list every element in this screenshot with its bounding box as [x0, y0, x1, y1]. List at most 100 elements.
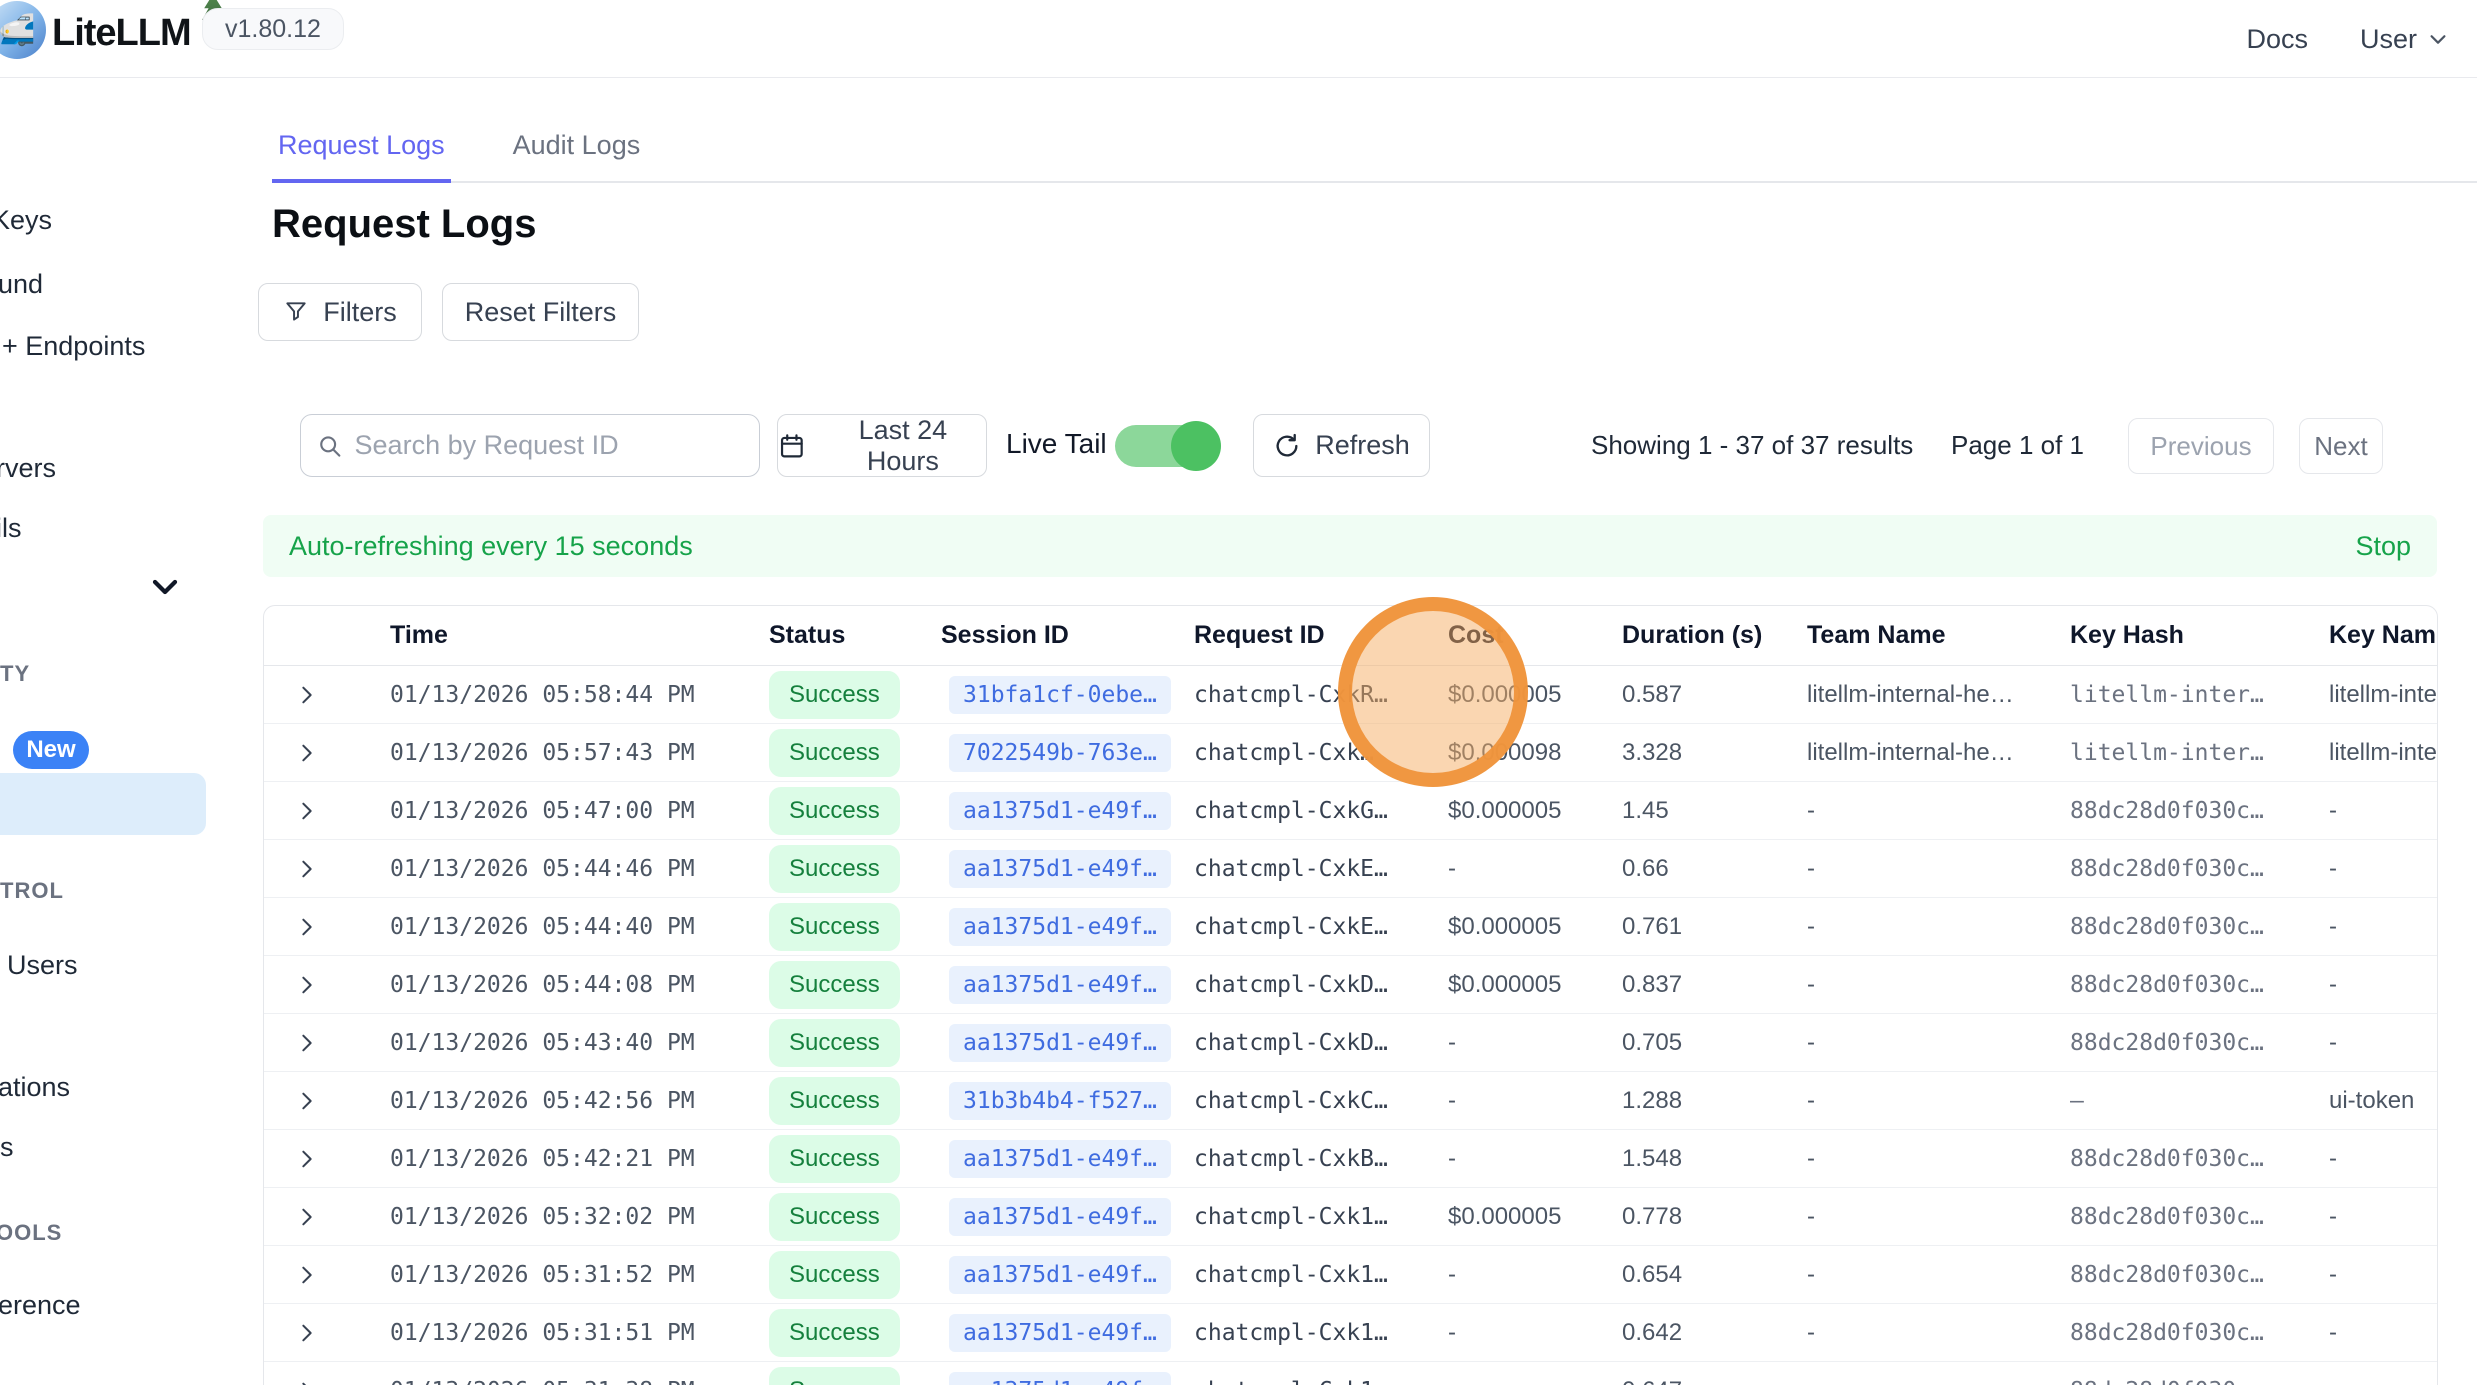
- cell-status: Success: [769, 671, 941, 719]
- table-row[interactable]: 01/13/2026 05:31:38 PM Success aa1375d1-…: [264, 1362, 2437, 1385]
- cell-key-hash: 88dc28d0f030c…: [2070, 914, 2329, 940]
- row-expand-chevron-icon[interactable]: [264, 1206, 390, 1228]
- session-id-link[interactable]: aa1375d1-e49f…: [949, 1256, 1171, 1294]
- session-id-link[interactable]: aa1375d1-e49f…: [949, 966, 1171, 1004]
- cell-session-id: 31bfa1cf-0ebe…: [941, 676, 1194, 714]
- cell-status: Success: [769, 961, 941, 1009]
- table-row[interactable]: 01/13/2026 05:42:21 PM Success aa1375d1-…: [264, 1130, 2437, 1188]
- funnel-icon: [283, 299, 309, 325]
- sidebar-item-guardrails[interactable]: ils: [0, 513, 22, 544]
- time-range-button[interactable]: Last 24 Hours: [777, 414, 987, 477]
- sidebar-item-endpoints[interactable]: + Endpoints: [2, 331, 145, 362]
- session-id-link[interactable]: aa1375d1-e49f…: [949, 850, 1171, 888]
- table-row[interactable]: 01/13/2026 05:47:00 PM Success aa1375d1-…: [264, 782, 2437, 840]
- sidebar-item-playground[interactable]: und: [0, 269, 43, 300]
- row-expand-chevron-icon[interactable]: [264, 974, 390, 996]
- user-menu-label[interactable]: User: [2360, 24, 2417, 55]
- row-expand-chevron-icon[interactable]: [264, 800, 390, 822]
- filters-button[interactable]: Filters: [258, 283, 422, 341]
- row-expand-chevron-icon[interactable]: [264, 1032, 390, 1054]
- session-id-link[interactable]: 31b3b4b4-f527…: [949, 1082, 1171, 1120]
- cell-duration: 0.66: [1622, 855, 1807, 883]
- status-badge: Success: [769, 1251, 900, 1299]
- row-expand-chevron-icon[interactable]: [264, 1148, 390, 1170]
- row-expand-chevron-icon[interactable]: [264, 1322, 390, 1344]
- cell-key-name: -: [2329, 855, 2437, 883]
- row-expand-chevron-icon[interactable]: [264, 1380, 390, 1385]
- sidebar-item-keys[interactable]: Keys: [0, 205, 52, 236]
- sidebar-expand-chevron-icon[interactable]: [150, 576, 180, 598]
- session-id-link[interactable]: aa1375d1-e49f…: [949, 1198, 1171, 1236]
- cell-key-hash: 88dc28d0f030c…: [2070, 1320, 2329, 1346]
- session-id-link[interactable]: aa1375d1-e49f…: [949, 1314, 1171, 1352]
- cell-session-id: 31b3b4b4-f527…: [941, 1082, 1194, 1120]
- sidebar-item-teams[interactable]: s: [0, 1132, 14, 1163]
- col-duration: Duration (s): [1622, 621, 1807, 650]
- chevron-down-icon: [2427, 28, 2449, 50]
- session-id-link[interactable]: 7022549b-763e…: [949, 734, 1171, 772]
- table-row[interactable]: 01/13/2026 05:31:51 PM Success aa1375d1-…: [264, 1304, 2437, 1362]
- tab-audit-logs[interactable]: Audit Logs: [507, 130, 647, 183]
- cell-time: 01/13/2026 05:58:44 PM: [390, 682, 769, 708]
- next-page-button[interactable]: Next: [2299, 418, 2383, 474]
- docs-link[interactable]: Docs: [2246, 24, 2308, 55]
- session-id-link[interactable]: aa1375d1-e49f…: [949, 1140, 1171, 1178]
- table-row[interactable]: 01/13/2026 05:44:40 PM Success aa1375d1-…: [264, 898, 2437, 956]
- reset-filters-label: Reset Filters: [465, 297, 617, 328]
- table-row[interactable]: 01/13/2026 05:44:08 PM Success aa1375d1-…: [264, 956, 2437, 1014]
- cell-key-hash: 88dc28d0f030c…: [2070, 798, 2329, 824]
- litellm-logo-icon: 🚅: [0, 1, 46, 59]
- sidebar-item-organizations[interactable]: ations: [0, 1072, 70, 1103]
- brand-title: LiteLLM: [52, 12, 191, 55]
- cell-session-id: aa1375d1-e49f…: [941, 1256, 1194, 1294]
- cell-cost: $0.000005: [1448, 681, 1622, 709]
- stop-auto-refresh-link[interactable]: Stop: [2355, 531, 2411, 562]
- cell-team-name: -: [1807, 1377, 2070, 1385]
- table-row[interactable]: 01/13/2026 05:32:02 PM Success aa1375d1-…: [264, 1188, 2437, 1246]
- table-row[interactable]: 01/13/2026 05:31:52 PM Success aa1375d1-…: [264, 1246, 2437, 1304]
- table-row[interactable]: 01/13/2026 05:42:56 PM Success 31b3b4b4-…: [264, 1072, 2437, 1130]
- tab-request-logs[interactable]: Request Logs: [272, 130, 451, 183]
- cell-status: Success: [769, 1135, 941, 1183]
- cell-team-name: -: [1807, 971, 2070, 999]
- row-expand-chevron-icon[interactable]: [264, 684, 390, 706]
- sidebar-item-selected[interactable]: [0, 773, 206, 835]
- sidebar-item-servers[interactable]: rvers: [0, 453, 56, 484]
- session-id-link[interactable]: aa1375d1-e49f…: [949, 1024, 1171, 1062]
- sidebar-item-reference[interactable]: erence: [0, 1290, 81, 1321]
- cell-duration: 3.328: [1622, 739, 1807, 767]
- cell-request-id: chatcmpl-Cxk1…: [1194, 1262, 1448, 1288]
- row-expand-chevron-icon[interactable]: [264, 1264, 390, 1286]
- cell-key-name: -: [2329, 1203, 2437, 1231]
- user-menu[interactable]: User: [2360, 24, 2449, 55]
- cell-cost: -: [1448, 1261, 1622, 1289]
- table-row[interactable]: 01/13/2026 05:57:43 PM Success 7022549b-…: [264, 724, 2437, 782]
- cell-key-hash: litellm-inter…: [2070, 682, 2329, 708]
- session-id-link[interactable]: 31bfa1cf-0ebe…: [949, 676, 1171, 714]
- session-id-link[interactable]: aa1375d1-e49f…: [949, 908, 1171, 946]
- session-id-link[interactable]: aa1375d1-e49f…: [949, 792, 1171, 830]
- session-id-link[interactable]: aa1375d1-e49f…: [949, 1372, 1171, 1385]
- table-row[interactable]: 01/13/2026 05:58:44 PM Success 31bfa1cf-…: [264, 666, 2437, 724]
- refresh-button[interactable]: Refresh: [1253, 414, 1430, 477]
- reset-filters-button[interactable]: Reset Filters: [442, 283, 639, 341]
- cell-duration: 0.837: [1622, 971, 1807, 999]
- cell-duration: 0.654: [1622, 1261, 1807, 1289]
- table-row[interactable]: 01/13/2026 05:44:46 PM Success aa1375d1-…: [264, 840, 2437, 898]
- live-tail-toggle[interactable]: [1115, 425, 1215, 467]
- status-badge: Success: [769, 845, 900, 893]
- row-expand-chevron-icon[interactable]: [264, 916, 390, 938]
- search-request-id-input[interactable]: [355, 430, 743, 461]
- previous-page-button[interactable]: Previous: [2128, 418, 2274, 474]
- row-expand-chevron-icon[interactable]: [264, 858, 390, 880]
- cell-duration: 0.705: [1622, 1029, 1807, 1057]
- row-expand-chevron-icon[interactable]: [264, 1090, 390, 1112]
- cell-time: 01/13/2026 05:31:38 PM: [390, 1378, 769, 1385]
- sidebar-item-users[interactable]: Users: [7, 950, 78, 981]
- table-row[interactable]: 01/13/2026 05:43:40 PM Success aa1375d1-…: [264, 1014, 2437, 1072]
- status-badge: Success: [769, 729, 900, 777]
- cell-team-name: -: [1807, 1261, 2070, 1289]
- row-expand-chevron-icon[interactable]: [264, 742, 390, 764]
- live-tail-toggle-knob: [1171, 421, 1221, 471]
- cell-status: Success: [769, 1367, 941, 1385]
